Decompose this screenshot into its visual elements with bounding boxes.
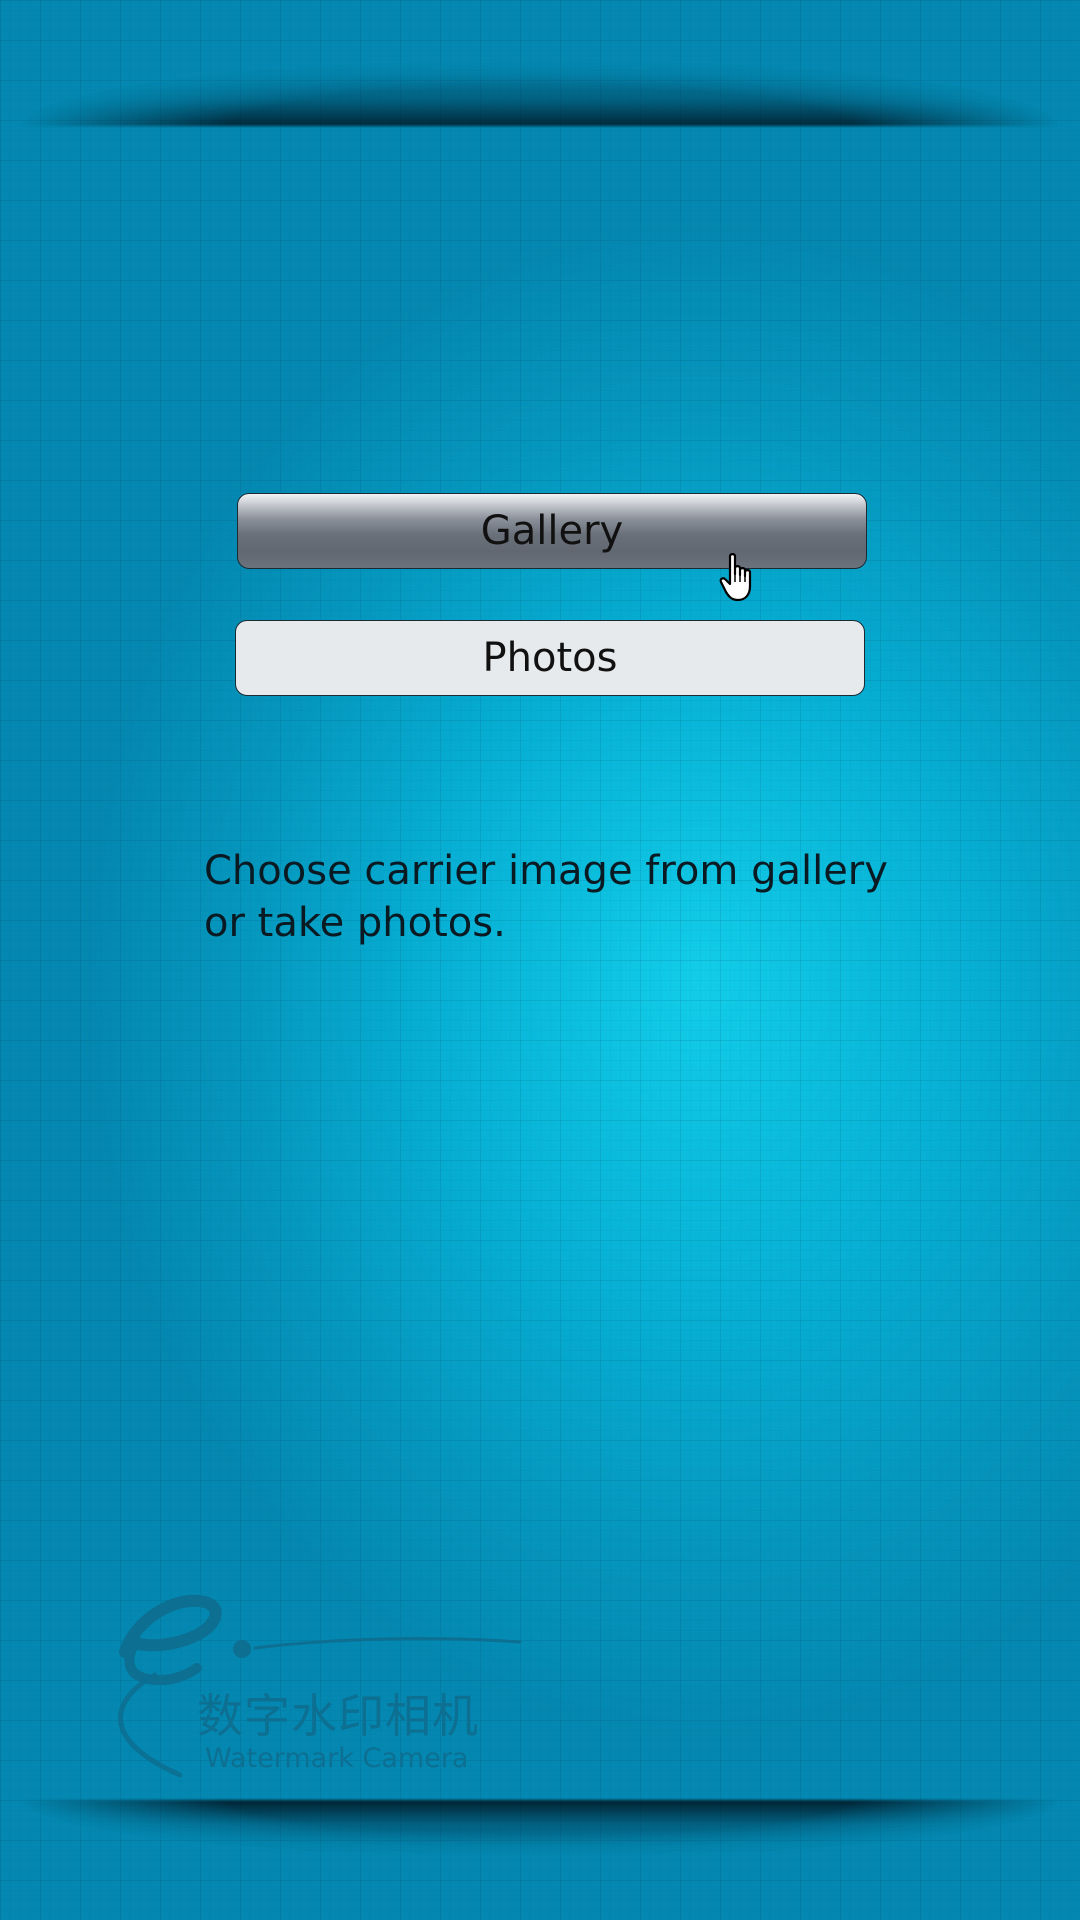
instruction-line-2: or take photos. <box>204 900 506 946</box>
photos-button[interactable]: Photos <box>235 620 865 696</box>
logo-chinese-name: 数字水印相机 <box>197 1689 479 1743</box>
photos-button-label: Photos <box>482 635 618 681</box>
logo-english-name: Watermark Camera <box>205 1743 469 1774</box>
gallery-button-label: Gallery <box>480 508 624 554</box>
gallery-button[interactable]: Gallery <box>237 493 867 569</box>
instruction-text: Choose carrier image from gallery or tak… <box>204 845 924 949</box>
bottom-edge-shadow <box>0 1798 1080 1858</box>
app-logo: 数字水印相机 Watermark Camera <box>105 1580 535 1780</box>
top-edge-shadow <box>0 0 1080 128</box>
hand-pointer-icon <box>719 553 752 602</box>
instruction-line-1: Choose carrier image from gallery <box>204 848 888 894</box>
